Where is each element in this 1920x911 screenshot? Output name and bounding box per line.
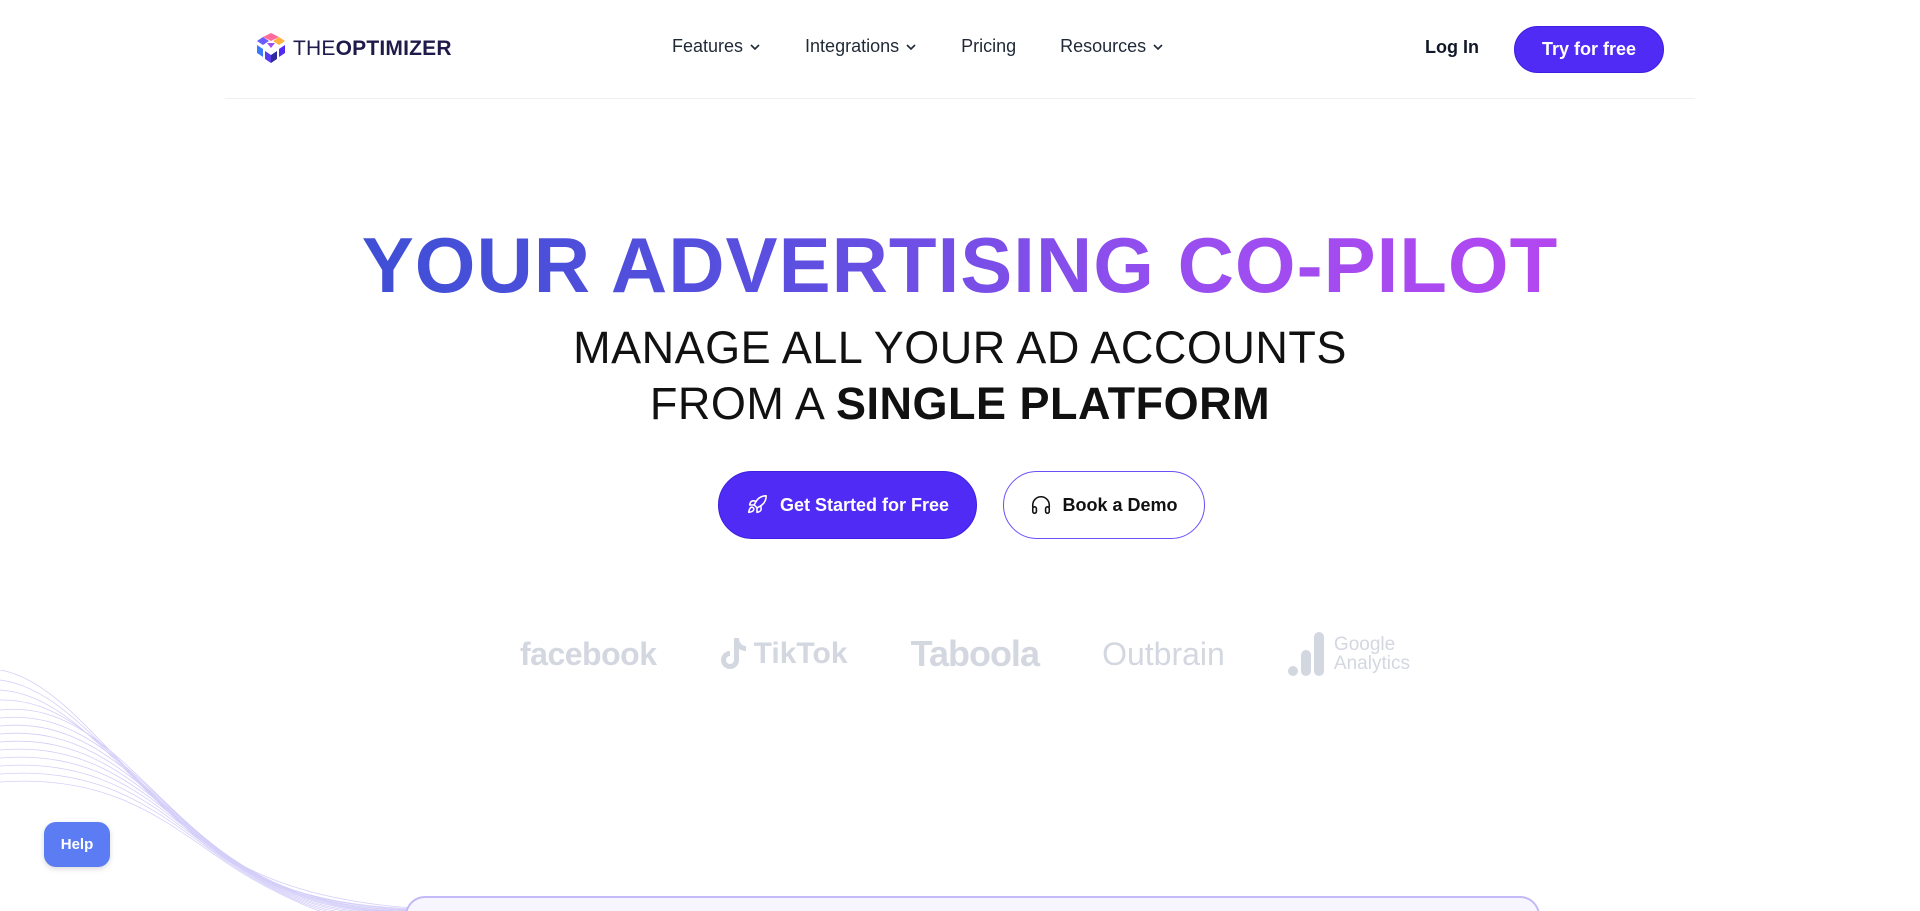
brand-name: THEOPTIMIZER <box>293 37 452 61</box>
brand-logo[interactable]: THEOPTIMIZER <box>255 31 452 67</box>
chevron-down-icon <box>906 43 916 50</box>
hero-subtitle-line1: MANAGE ALL YOUR AD ACCOUNTS <box>573 322 1347 373</box>
hero-title: YOUR ADVERTISING CO-PILOT <box>0 220 1920 310</box>
tiktok-icon <box>720 638 746 669</box>
brand-name-light: THE <box>293 37 336 60</box>
google-analytics-logo: Google Analytics <box>1287 630 1410 678</box>
taboola-logo: Taboola <box>910 633 1040 674</box>
brand-name-bold: OPTIMIZER <box>335 37 452 60</box>
site-header: THEOPTIMIZER Features Integrations Prici… <box>0 0 1920 99</box>
hero-subtitle: MANAGE ALL YOUR AD ACCOUNTS FROM A SINGL… <box>0 320 1920 432</box>
nav-integrations[interactable]: Integrations <box>805 36 917 57</box>
partner-logos: facebook TikTok Taboola Outbrain Google … <box>520 626 1410 682</box>
headset-icon <box>1032 496 1051 515</box>
header-bar: THEOPTIMIZER Features Integrations Prici… <box>225 0 1695 99</box>
nav-pricing-label: Pricing <box>961 36 1017 56</box>
decorative-wave <box>0 670 440 911</box>
book-demo-label: Book a Demo <box>1062 494 1178 515</box>
hero-subtitle-strong: SINGLE PLATFORM <box>835 378 1271 429</box>
nav-integrations-label: Integrations <box>805 36 900 56</box>
get-started-button[interactable]: Get Started for Free <box>718 471 977 539</box>
try-for-free-button[interactable]: Try for free <box>1514 26 1664 73</box>
dashboard-preview-frame <box>405 896 1540 911</box>
chevron-down-icon <box>750 43 760 50</box>
tiktok-label: TikTok <box>753 637 848 670</box>
book-demo-button[interactable]: Book a Demo <box>1003 471 1205 539</box>
chevron-down-icon <box>1153 43 1163 50</box>
optimizer-logo-icon <box>257 33 285 63</box>
nav-resources-label: Resources <box>1060 36 1147 56</box>
analytics-label: Analytics <box>1333 653 1410 674</box>
get-started-label: Get Started for Free <box>779 494 950 515</box>
help-button[interactable]: Help <box>44 822 110 867</box>
google-label: Google <box>1333 634 1396 655</box>
login-link[interactable]: Log In <box>1425 37 1479 58</box>
hero-subtitle-prefix: FROM A <box>649 378 836 429</box>
rocket-icon <box>747 495 767 514</box>
hero-title-text: YOUR ADVERTISING CO-PILOT <box>361 221 1559 309</box>
outbrain-logo: Outbrain <box>1102 635 1225 672</box>
main-nav: Features Integrations Pricing Resources <box>672 36 1208 57</box>
facebook-logo: facebook <box>520 635 657 672</box>
hero-cta-row: Get Started for Free Book a Demo <box>718 471 1205 539</box>
nav-resources[interactable]: Resources <box>1060 36 1164 57</box>
nav-features[interactable]: Features <box>672 36 761 57</box>
nav-features-label: Features <box>672 36 744 56</box>
analytics-bars-icon <box>1287 632 1324 676</box>
google-analytics-text: Google Analytics <box>1334 635 1410 673</box>
hero-subtitle-line2: FROM A SINGLE PLATFORM <box>0 376 1920 432</box>
nav-pricing[interactable]: Pricing <box>961 36 1016 57</box>
tiktok-logo: TikTok <box>720 636 848 672</box>
